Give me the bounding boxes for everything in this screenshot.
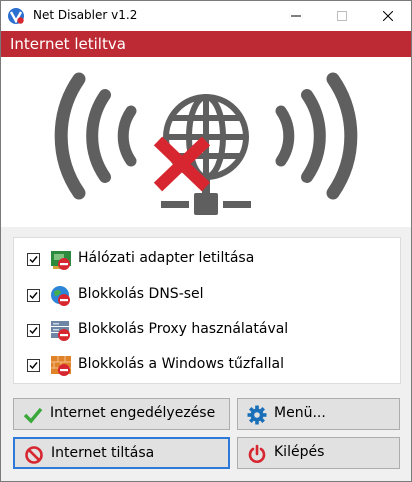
firewall-icon	[51, 356, 71, 376]
status-header: Internet letiltva	[1, 31, 411, 57]
enable-internet-button[interactable]: Internet engedélyezése	[13, 398, 230, 430]
maximize-button[interactable]	[319, 1, 365, 31]
app-icon	[8, 8, 24, 24]
app-window: Net Disabler v1.2 Internet letiltva Háló…	[0, 0, 412, 482]
minimize-button[interactable]	[273, 1, 319, 31]
option-label: Blokkolás DNS-sel	[78, 286, 204, 302]
prohibited-icon	[25, 446, 43, 464]
menu-button[interactable]: Menü...	[237, 398, 400, 430]
dns-checkbox[interactable]	[27, 289, 40, 302]
window-title: Net Disabler v1.2	[33, 8, 138, 22]
power-icon	[248, 444, 266, 463]
dns-globe-icon	[51, 286, 70, 306]
option-label: Hálózati adapter letiltása	[78, 250, 255, 266]
close-icon	[383, 11, 393, 21]
firewall-checkbox[interactable]	[27, 359, 40, 372]
checkmark-icon	[29, 256, 38, 264]
maximize-icon	[337, 11, 347, 21]
proxy-server-icon	[51, 321, 70, 341]
network-adapter-icon	[51, 251, 71, 270]
gear-icon	[247, 405, 267, 425]
minimize-icon	[291, 15, 301, 17]
checkmark-icon	[29, 327, 38, 335]
option-proxy[interactable]: Blokkolás Proxy használatával	[14, 319, 400, 343]
adapter-checkbox[interactable]	[27, 253, 40, 266]
proxy-checkbox[interactable]	[27, 324, 40, 337]
status-text: Internet letiltva	[10, 35, 126, 53]
checkmark-icon	[29, 362, 38, 370]
checkmark-icon	[29, 292, 38, 300]
option-firewall[interactable]: Blokkolás a Windows tűzfallal	[14, 354, 400, 378]
option-adapter[interactable]: Hálózati adapter letiltása	[14, 248, 400, 272]
disable-internet-label: Internet tiltása	[51, 445, 155, 461]
title-bar[interactable]: Net Disabler v1.2	[1, 1, 411, 31]
enable-internet-label: Internet engedélyezése	[50, 405, 216, 421]
exit-button[interactable]: Kilépés	[237, 437, 400, 469]
menu-label: Menü...	[274, 405, 326, 421]
option-dns[interactable]: Blokkolás DNS-sel	[14, 284, 400, 308]
status-hero	[1, 57, 411, 227]
option-label: Blokkolás Proxy használatával	[78, 321, 289, 337]
checkmark-icon	[23, 407, 43, 424]
blocking-options-group: Hálózati adapter letiltása Blokkolás DNS…	[13, 237, 401, 384]
disable-internet-button[interactable]: Internet tiltása	[13, 437, 230, 469]
option-label: Blokkolás a Windows tűzfallal	[78, 356, 284, 372]
exit-label: Kilépés	[274, 444, 325, 460]
close-button[interactable]	[365, 1, 411, 31]
globe-disconnected-icon	[54, 72, 358, 215]
